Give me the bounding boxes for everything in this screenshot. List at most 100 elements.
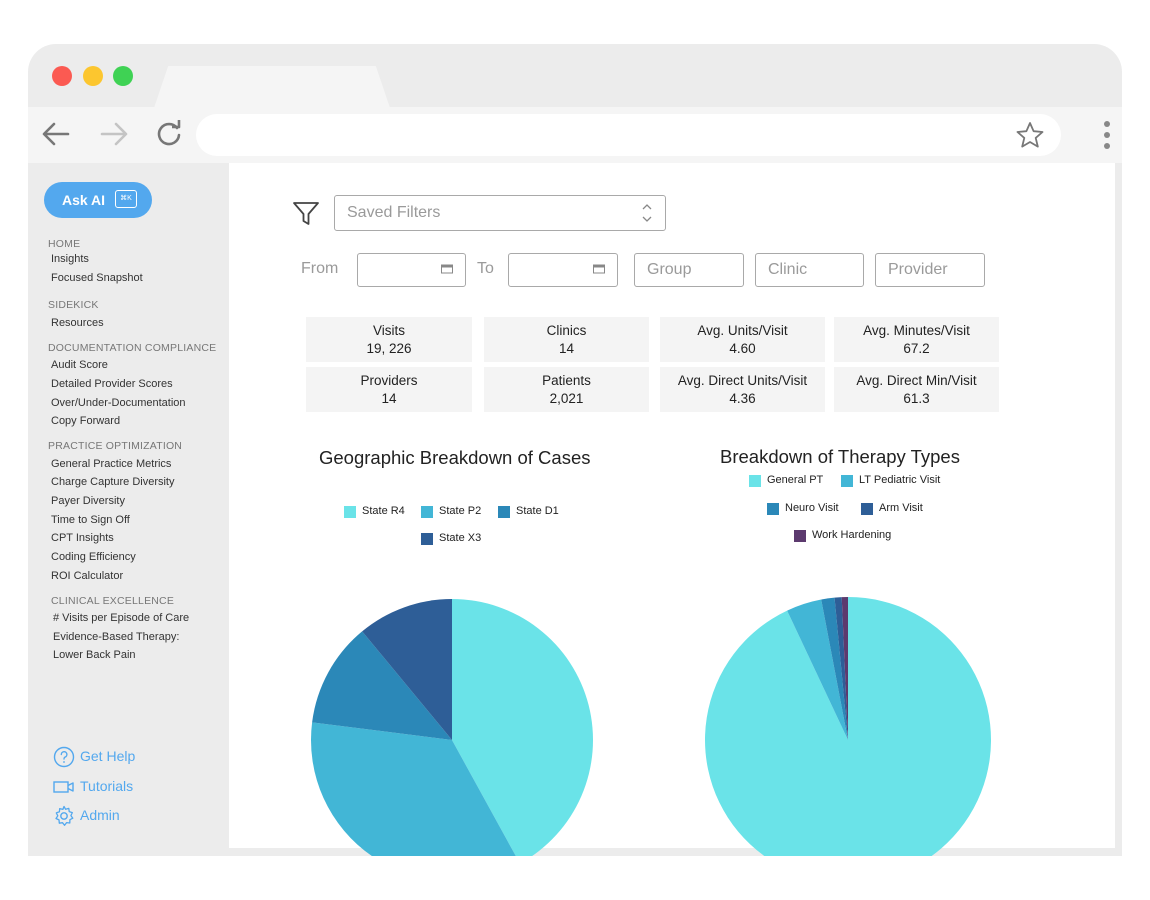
video-camera-icon xyxy=(53,781,74,793)
saved-filters-select[interactable]: Saved Filters xyxy=(334,195,666,231)
legend-label: State R4 xyxy=(362,505,405,517)
to-label: To xyxy=(477,260,494,277)
therapy-pie-chart xyxy=(705,597,991,856)
sidebar-item-audit-score[interactable]: Audit Score xyxy=(51,359,108,371)
legend-label: State P2 xyxy=(439,505,482,517)
maximize-window-dot[interactable] xyxy=(113,66,133,86)
stat-card-avg-direct-min: Avg. Direct Min/Visit 61.3 xyxy=(834,367,999,412)
get-help-label: Get Help xyxy=(80,748,136,764)
stat-value: 2,021 xyxy=(549,391,584,406)
provider-input[interactable]: Provider xyxy=(875,253,985,287)
stat-label: Providers xyxy=(360,373,418,388)
legend-label: LT Pediatric Visit xyxy=(859,474,941,486)
legend-swatch xyxy=(767,503,779,515)
legend-swatch xyxy=(421,533,433,545)
sidebar-item-copy-forward[interactable]: Copy Forward xyxy=(51,415,120,427)
sidebar-item-general-practice-metrics[interactable]: General Practice Metrics xyxy=(51,458,171,470)
sidebar-item-visits-per-episode[interactable]: # Visits per Episode of Care xyxy=(53,612,189,624)
question-circle-icon xyxy=(53,746,75,768)
stat-label: Patients xyxy=(542,373,591,388)
legend-swatch xyxy=(861,503,873,515)
address-bar[interactable] xyxy=(196,114,1061,156)
browser-window: Ask AI ⌘K HOME Insights Focused Snapshot… xyxy=(28,44,1122,856)
clinic-placeholder: Clinic xyxy=(768,261,808,278)
stat-value: 67.2 xyxy=(903,341,930,356)
section-sidekick: SIDEKICK xyxy=(48,299,99,311)
close-window-dot[interactable] xyxy=(52,66,72,86)
sidebar-item-evidence-based-therapy[interactable]: Evidence-Based Therapy: xyxy=(53,631,179,643)
calendar-icon[interactable] xyxy=(593,264,605,274)
stat-card-visits: Visits 19, 226 xyxy=(306,317,472,362)
legend-swatch xyxy=(841,475,853,487)
stat-value: 4.36 xyxy=(729,391,756,406)
from-label: From xyxy=(301,260,339,277)
section-documentation-compliance: DOCUMENTATION COMPLIANCE xyxy=(48,342,217,354)
saved-filters-placeholder: Saved Filters xyxy=(347,204,441,221)
back-arrow-icon[interactable] xyxy=(40,119,72,149)
legend-label: Arm Visit xyxy=(879,502,923,514)
legend-label: State D1 xyxy=(516,505,559,517)
legend-swatch xyxy=(498,506,510,518)
geographic-pie-chart xyxy=(311,599,593,856)
sidebar-item-cpt-insights[interactable]: CPT Insights xyxy=(51,532,114,544)
section-home: HOME xyxy=(48,238,81,250)
stat-value: 14 xyxy=(558,341,575,356)
main-content: Saved Filters From To Group Clinic Provi… xyxy=(229,163,1115,856)
sidebar-item-insights[interactable]: Insights xyxy=(51,253,89,265)
admin-label: Admin xyxy=(80,807,120,823)
reload-icon[interactable] xyxy=(154,119,184,149)
stat-value: 4.60 xyxy=(729,341,756,356)
stat-card-avg-minutes: Avg. Minutes/Visit 67.2 xyxy=(834,317,999,362)
sidebar-item-lower-back-pain[interactable]: Lower Back Pain xyxy=(53,649,136,661)
stat-label: Clinics xyxy=(546,323,587,338)
stat-value: 14 xyxy=(381,391,397,406)
sidebar: Ask AI ⌘K HOME Insights Focused Snapshot… xyxy=(28,163,228,856)
sidebar-item-resources[interactable]: Resources xyxy=(51,317,104,329)
sidebar-item-roi-calculator[interactable]: ROI Calculator xyxy=(51,570,123,582)
from-date-input[interactable] xyxy=(357,253,466,287)
ask-ai-label: Ask AI xyxy=(62,192,106,208)
stat-card-avg-direct-units: Avg. Direct Units/Visit 4.36 xyxy=(660,367,825,412)
keyboard-shortcut-badge: ⌘K xyxy=(115,190,137,208)
filter-funnel-icon[interactable] xyxy=(292,201,320,227)
group-input[interactable]: Group xyxy=(634,253,744,287)
stat-card-providers: Providers 14 xyxy=(306,367,472,412)
sidebar-item-focused-snapshot[interactable]: Focused Snapshot xyxy=(51,272,143,284)
to-date-input[interactable] xyxy=(508,253,618,287)
legend-swatch xyxy=(749,475,761,487)
gear-icon xyxy=(55,805,74,826)
minimize-window-dot[interactable] xyxy=(83,66,103,86)
browser-tab[interactable] xyxy=(154,66,390,108)
sidebar-item-charge-capture-diversity[interactable]: Charge Capture Diversity xyxy=(51,476,175,488)
stat-label: Avg. Direct Units/Visit xyxy=(677,373,808,388)
stat-label: Avg. Direct Min/Visit xyxy=(856,373,977,388)
stat-label: Visits xyxy=(372,323,405,338)
stat-card-patients: Patients 2,021 xyxy=(484,367,649,412)
therapy-chart-title: Breakdown of Therapy Types xyxy=(720,446,960,467)
bookmark-star-icon[interactable] xyxy=(1015,121,1045,149)
tutorials-label: Tutorials xyxy=(80,778,134,794)
calendar-icon[interactable] xyxy=(441,264,453,274)
browser-menu-icon[interactable] xyxy=(1104,121,1110,154)
stat-label: Avg. Minutes/Visit xyxy=(863,323,970,338)
legend-swatch xyxy=(344,506,356,518)
ask-ai-button[interactable]: Ask AI ⌘K xyxy=(44,182,152,218)
clinic-input[interactable]: Clinic xyxy=(755,253,864,287)
stat-card-clinics: Clinics 14 xyxy=(484,317,649,362)
sidebar-item-detailed-provider-scores[interactable]: Detailed Provider Scores xyxy=(51,378,173,390)
stat-label: Avg. Units/Visit xyxy=(697,323,788,338)
sidebar-item-payer-diversity[interactable]: Payer Diversity xyxy=(51,495,125,507)
legend-swatch xyxy=(421,506,433,518)
stat-card-avg-units: Avg. Units/Visit 4.60 xyxy=(660,317,825,362)
legend-swatch xyxy=(794,530,806,542)
select-chevrons-icon xyxy=(642,204,652,222)
legend-label: State X3 xyxy=(439,532,482,544)
provider-placeholder: Provider xyxy=(888,261,948,278)
sidebar-item-over-under-documentation[interactable]: Over/Under-Documentation xyxy=(51,397,186,409)
legend-label: Neuro Visit xyxy=(785,502,839,514)
legend-label: Work Hardening xyxy=(812,529,892,541)
sidebar-item-coding-efficiency[interactable]: Coding Efficiency xyxy=(51,551,136,563)
stat-value: 19, 226 xyxy=(366,341,412,356)
forward-arrow-icon[interactable] xyxy=(98,119,130,149)
sidebar-item-time-to-sign-off[interactable]: Time to Sign Off xyxy=(51,514,130,526)
